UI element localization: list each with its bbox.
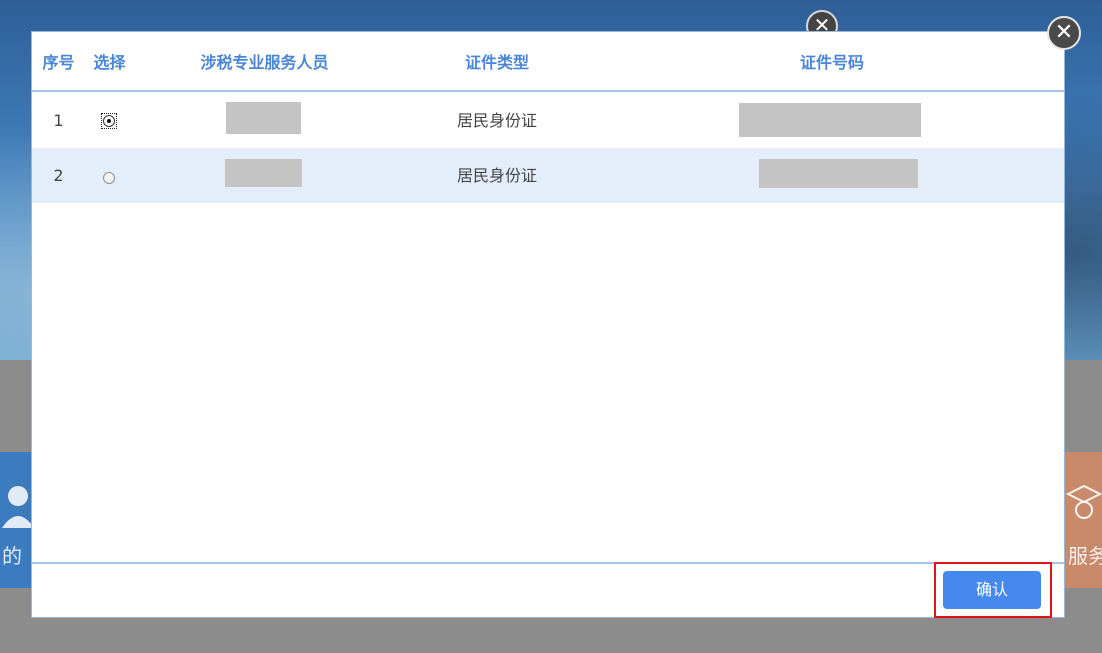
row-id-type: 居民身份证 [456,111,537,130]
graduation-cap-icon [1066,484,1102,519]
row-index: 1 [53,111,64,130]
table-header: 序号 选择 涉税专业服务人员 证件类型 证件号码 [32,32,1064,92]
background-tile-right-text: 服务 [1068,544,1102,568]
person-name-redacted [226,102,301,134]
select-radio[interactable] [103,115,115,127]
id-number-redacted [739,103,921,137]
person-name-redacted [225,159,302,187]
header-id-number: 证件号码 [799,53,864,72]
background-tile-left-text: 的 [2,544,22,568]
row-index: 2 [53,166,64,185]
header-select: 选择 [93,53,126,72]
header-id-type: 证件类型 [464,53,529,72]
id-number-redacted [759,159,918,188]
confirm-button[interactable]: 确认 [943,571,1041,609]
select-agent-dialog: 序号 选择 涉税专业服务人员 证件类型 证件号码 1 居民身份证 2 居民身份证… [31,31,1065,618]
select-radio[interactable] [103,172,115,184]
table-row[interactable]: 1 居民身份证 [32,93,1064,148]
header-person: 涉税专业服务人员 [200,53,329,72]
footer-divider [32,562,1064,564]
close-icon[interactable]: ✕ [1047,16,1081,50]
header-index: 序号 [42,53,75,72]
table-row[interactable]: 2 居民身份证 [32,148,1064,203]
row-id-type: 居民身份证 [456,166,537,185]
